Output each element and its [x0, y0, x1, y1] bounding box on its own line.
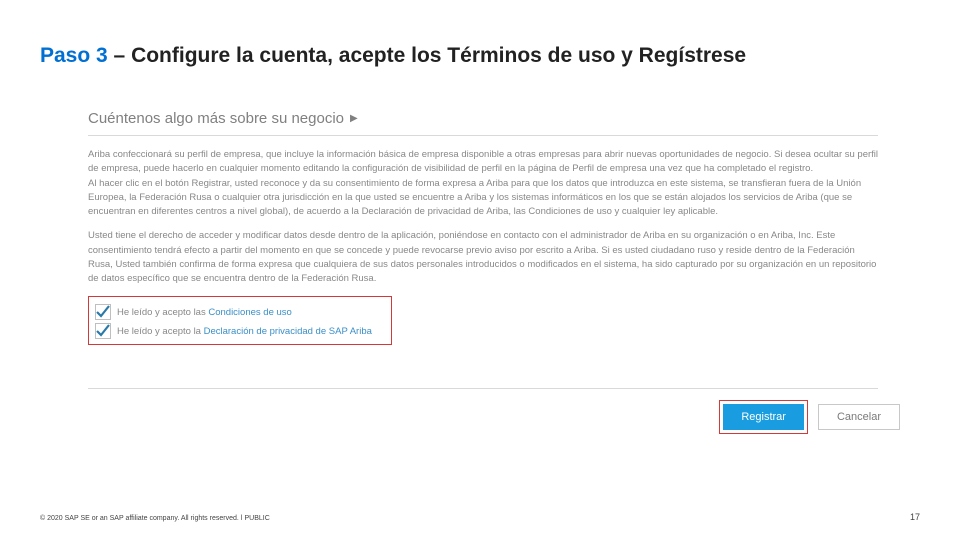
cancel-button[interactable]: Cancelar [818, 404, 900, 430]
privacy-prefix: He leído y acepto la [117, 326, 204, 337]
form-panel: Cuéntenos algo más sobre su negocio ▶ Ar… [88, 110, 878, 345]
privacy-checkbox[interactable] [95, 323, 111, 339]
section-header-text: Cuéntenos algo más sobre su negocio [88, 110, 344, 127]
terms-prefix: He leído y acepto las [117, 307, 208, 318]
button-row: Registrar Cancelar [719, 400, 900, 434]
register-highlight: Registrar [719, 400, 808, 434]
divider [88, 135, 878, 136]
privacy-row: He leído y acepto la Declaración de priv… [95, 323, 385, 339]
page-number: 17 [910, 512, 920, 522]
checkmark-icon [95, 323, 111, 339]
legal-paragraph-2: Usted tiene el derecho de acceder y modi… [88, 229, 878, 286]
slide-title: Paso 3 – Configure la cuenta, acepte los… [40, 44, 746, 68]
section-header[interactable]: Cuéntenos algo más sobre su negocio ▶ [88, 110, 878, 127]
expand-icon: ▶ [350, 113, 358, 124]
terms-of-use-row: He leído y acepto las Condiciones de uso [95, 304, 385, 320]
terms-link[interactable]: Condiciones de uso [208, 307, 291, 318]
checkmark-icon [95, 304, 111, 320]
register-button[interactable]: Registrar [723, 404, 804, 430]
terms-label: He leído y acepto las Condiciones de uso [117, 307, 292, 318]
privacy-link[interactable]: Declaración de privacidad de SAP Ariba [204, 326, 372, 337]
slide: Paso 3 – Configure la cuenta, acepte los… [0, 0, 960, 540]
terms-checkbox-group: He leído y acepto las Condiciones de uso… [88, 296, 392, 345]
legal-paragraph-1: Ariba confeccionará su perfil de empresa… [88, 148, 878, 219]
title-step: Paso 3 [40, 44, 108, 67]
terms-checkbox[interactable] [95, 304, 111, 320]
legal-text-1b: Al hacer clic en el botón Registrar, ust… [88, 178, 861, 218]
legal-text-1a: Ariba confeccionará su perfil de empresa… [88, 149, 878, 174]
privacy-label: He leído y acepto la Declaración de priv… [117, 326, 372, 337]
footer-text: © 2020 SAP SE or an SAP affiliate compan… [40, 515, 270, 522]
title-rest: – Configure la cuenta, acepte los Términ… [108, 44, 746, 67]
divider-bottom [88, 388, 878, 389]
